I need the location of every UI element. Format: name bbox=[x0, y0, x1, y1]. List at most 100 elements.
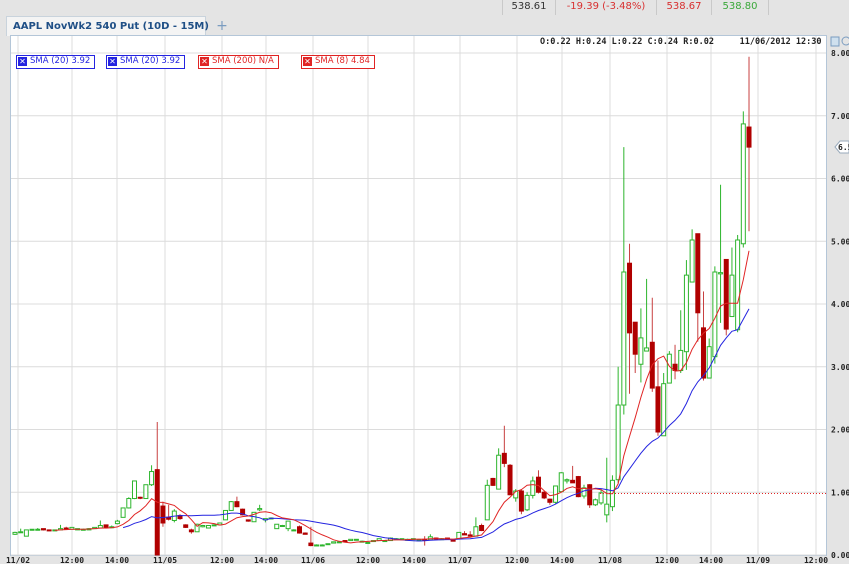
candle-down bbox=[547, 498, 553, 505]
candle-body bbox=[541, 491, 547, 499]
candle-body bbox=[547, 498, 553, 503]
candle-up bbox=[35, 528, 41, 531]
candle-up bbox=[12, 531, 18, 535]
candle-down bbox=[649, 297, 655, 392]
candle-body bbox=[285, 520, 291, 530]
y-tick-label: 4.00 bbox=[831, 300, 849, 309]
candle-up bbox=[735, 234, 741, 333]
timestamp: 11/06/2012 12:30 bbox=[739, 37, 822, 47]
candle-body bbox=[183, 524, 189, 528]
x-tick-label: 11/09 bbox=[746, 556, 770, 564]
y-tick-label: 8.00 bbox=[831, 49, 849, 58]
candle-body bbox=[154, 469, 160, 556]
candle-body bbox=[683, 274, 689, 353]
candle-up bbox=[718, 184, 724, 323]
candle-body bbox=[530, 480, 536, 496]
candle-up bbox=[331, 541, 337, 544]
candle-body bbox=[365, 541, 371, 544]
candle-body bbox=[18, 531, 24, 534]
candle-body bbox=[245, 519, 251, 522]
candle-up bbox=[689, 229, 695, 283]
candle-body bbox=[678, 349, 684, 372]
candle-up bbox=[97, 520, 103, 529]
candle-body bbox=[40, 528, 46, 531]
candle-up bbox=[205, 525, 211, 529]
candle-body bbox=[689, 239, 695, 283]
candle-body bbox=[353, 538, 359, 541]
candle-body bbox=[655, 386, 661, 433]
candle-body bbox=[319, 544, 325, 547]
candle-down bbox=[166, 504, 172, 521]
x-tick-label: 11/08 bbox=[598, 556, 622, 564]
candle-body bbox=[302, 532, 308, 535]
legend-sma20-b[interactable]: ✕ SMA (20) 3.92 bbox=[106, 55, 186, 69]
candle-up bbox=[18, 528, 24, 534]
candle-up bbox=[291, 529, 297, 532]
candle-body bbox=[348, 538, 354, 542]
candle-body bbox=[695, 233, 701, 314]
candle-body bbox=[29, 528, 35, 531]
candle-body bbox=[518, 490, 524, 512]
x-tick-label: 12:00 bbox=[356, 556, 380, 564]
candle-down bbox=[507, 464, 513, 496]
candle-up bbox=[279, 524, 285, 528]
close-x-icon[interactable]: ✕ bbox=[303, 57, 312, 66]
candle-body bbox=[274, 523, 280, 530]
candle-body bbox=[718, 272, 724, 275]
candle-body bbox=[706, 346, 712, 379]
candle-down bbox=[479, 523, 485, 532]
candle-body bbox=[223, 509, 229, 521]
close-x-icon[interactable]: ✕ bbox=[108, 57, 117, 66]
y-tick-label: 5.00 bbox=[831, 237, 849, 246]
candle-body bbox=[234, 501, 240, 508]
candle-up bbox=[131, 480, 137, 500]
candle-up bbox=[143, 484, 149, 500]
candle-up bbox=[114, 519, 120, 525]
candle-body bbox=[615, 404, 621, 481]
settings-icon[interactable] bbox=[841, 36, 849, 46]
candle-down bbox=[177, 514, 183, 520]
candle-body bbox=[188, 529, 194, 533]
candle-body bbox=[12, 531, 18, 535]
candle-down bbox=[672, 344, 678, 380]
candle-up bbox=[558, 472, 564, 493]
candle-body bbox=[735, 239, 741, 331]
panel-toggle-icon[interactable] bbox=[830, 36, 840, 47]
candle-body bbox=[291, 529, 297, 532]
candle-body bbox=[598, 492, 604, 504]
legend-sma200[interactable]: ✕ SMA (200) N/A bbox=[198, 55, 279, 69]
candle-body bbox=[501, 452, 507, 464]
candle-body bbox=[126, 498, 132, 509]
y-tick-label: 1.00 bbox=[831, 488, 849, 497]
candle-up bbox=[285, 520, 291, 532]
candle-body bbox=[729, 274, 735, 318]
candle-down bbox=[490, 477, 496, 486]
candle-body bbox=[627, 262, 633, 334]
candle-up bbox=[524, 492, 530, 512]
candle-down bbox=[467, 531, 473, 537]
legend-sma8[interactable]: ✕ SMA (8) 4.84 bbox=[301, 55, 375, 69]
candle-body bbox=[35, 528, 41, 531]
candle-body bbox=[570, 479, 576, 484]
candle-body bbox=[723, 258, 729, 330]
candle-up bbox=[598, 489, 604, 505]
candle-up bbox=[23, 529, 29, 537]
candle-up bbox=[621, 147, 627, 415]
candle-down bbox=[587, 484, 593, 508]
candle-body bbox=[604, 503, 610, 516]
candles bbox=[12, 56, 752, 556]
candle-down bbox=[501, 425, 507, 468]
x-tick-label: 12:00 bbox=[60, 556, 84, 564]
candle-body bbox=[166, 516, 172, 520]
x-tick-label: 12:00 bbox=[210, 556, 234, 564]
candle-body bbox=[666, 353, 672, 384]
close-x-icon[interactable]: ✕ bbox=[200, 57, 209, 66]
x-tick-label: 12:00 bbox=[505, 556, 529, 564]
legend-sma20-a[interactable]: ✕ SMA (20) 3.92 bbox=[16, 55, 96, 69]
candle-down bbox=[746, 56, 752, 232]
candle-up bbox=[678, 310, 684, 374]
close-x-icon[interactable]: ✕ bbox=[18, 57, 27, 66]
x-tick-label: 12:00 bbox=[804, 556, 828, 564]
y-tick-label: 2.00 bbox=[831, 426, 849, 435]
current-price-marker: 6.5 bbox=[834, 140, 849, 154]
